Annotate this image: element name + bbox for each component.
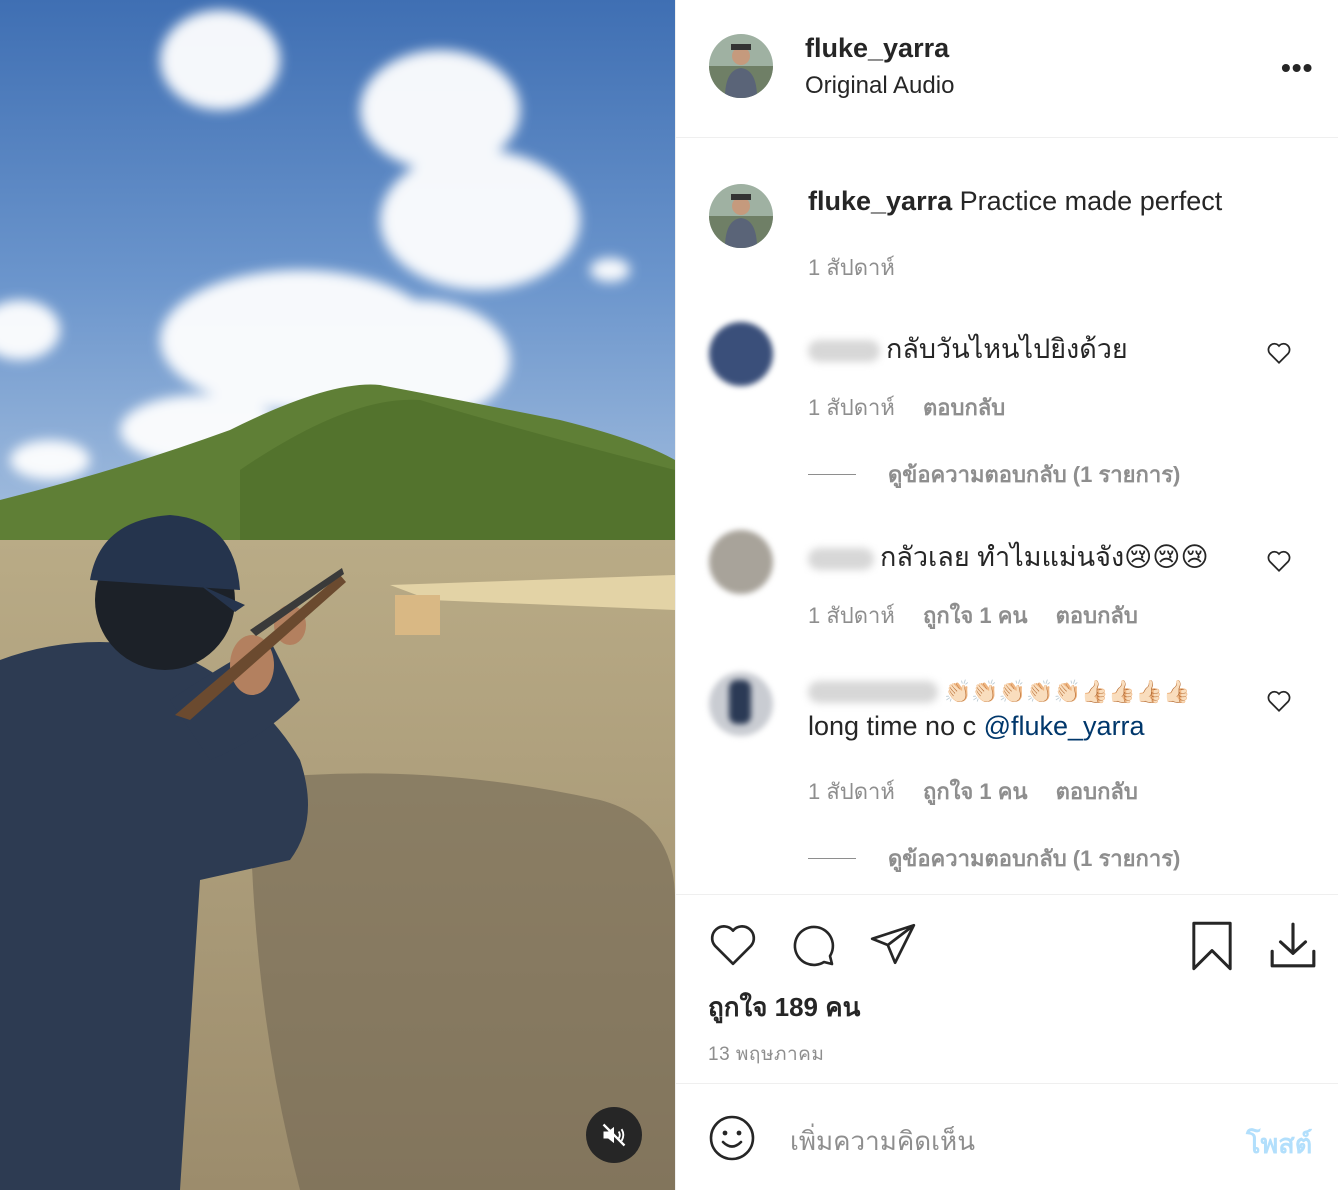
heart-icon[interactable] [1266, 341, 1292, 365]
view-replies-button[interactable]: ดูข้อความตอบกลับ (1 รายการ) [808, 457, 1180, 492]
video-frame [0, 0, 675, 1190]
view-replies-button[interactable]: ดูข้อความตอบกลับ (1 รายการ) [808, 841, 1180, 876]
mute-toggle-button[interactable] [586, 1107, 642, 1163]
reply-button[interactable]: ตอบกลับ [923, 395, 1005, 420]
heart-icon[interactable] [1266, 689, 1292, 713]
commenter-username[interactable] [808, 680, 938, 703]
comment-bubble-icon[interactable] [788, 921, 838, 969]
caption-username[interactable]: fluke_yarra [808, 186, 952, 216]
commenter-avatar[interactable] [709, 530, 773, 594]
commenter-username[interactable] [808, 339, 880, 362]
heart-icon[interactable] [1266, 549, 1292, 573]
comment-text-line2: long time no c @fluke_yarra [808, 711, 1145, 741]
commenter-avatar[interactable] [709, 672, 773, 736]
comment-meta: 1 สัปดาห์ ถูกใจ 1 คน ตอบกลับ [808, 598, 1160, 633]
post-caption: fluke_yarra Practice made perfect [808, 186, 1222, 217]
divider-line [808, 474, 856, 475]
caption-text: Practice made perfect [959, 186, 1223, 216]
commenter-avatar[interactable] [709, 322, 773, 386]
avatar-image [709, 184, 773, 248]
paper-plane-icon[interactable] [868, 921, 918, 967]
comment-time[interactable]: 1 สัปดาห์ [808, 395, 895, 420]
audio-label[interactable]: Original Audio [805, 72, 954, 100]
comment-text: กลัวเลย ทำไมแม่นจัง😢😢😢 [808, 535, 1209, 578]
post-date[interactable]: 13 พฤษภาคม [708, 1039, 824, 1069]
caption-time[interactable]: 1 สัปดาห์ [808, 255, 895, 280]
comment-input[interactable] [788, 1120, 1222, 1162]
post-video[interactable] [0, 0, 675, 1190]
comment-likes[interactable]: ถูกใจ 1 คน [923, 779, 1028, 804]
caption-meta: 1 สัปดาห์ [808, 250, 917, 285]
divider-line [808, 858, 856, 859]
comment-meta: 1 สัปดาห์ ถูกใจ 1 คน ตอบกลับ [808, 774, 1160, 809]
speaker-muted-icon [602, 1123, 626, 1147]
comment-text: 👏🏻👏🏻👏🏻👏🏻👏🏻👍🏻👍🏻👍🏻👍🏻 [808, 675, 1191, 706]
comment-meta: 1 สัปดาห์ ตอบกลับ [808, 390, 1027, 425]
author-avatar[interactable] [709, 34, 773, 98]
post-side-panel: fluke_yarra Original Audio ••• fluke_yar… [675, 0, 1338, 1190]
comment-time[interactable]: 1 สัปดาห์ [808, 603, 895, 628]
comment-time[interactable]: 1 สัปดาห์ [808, 779, 895, 804]
comment-likes[interactable]: ถูกใจ 1 คน [923, 603, 1028, 628]
heart-icon[interactable] [708, 921, 758, 967]
comment-text: กลับวันไหนไปยิงด้วย [808, 327, 1128, 370]
more-options-button[interactable]: ••• [1281, 52, 1313, 84]
likes-count[interactable]: ถูกใจ 189 คน [708, 987, 860, 1028]
smiley-icon[interactable] [708, 1114, 756, 1162]
reply-button[interactable]: ตอบกลับ [1056, 603, 1138, 628]
post-actions: ถูกใจ 189 คน 13 พฤษภาคม [676, 894, 1338, 1085]
bookmark-icon[interactable] [1188, 921, 1236, 971]
post-header: fluke_yarra Original Audio ••• [676, 0, 1338, 138]
avatar-image [709, 34, 773, 98]
mention-link[interactable]: @fluke_yarra [984, 711, 1145, 741]
author-username[interactable]: fluke_yarra [805, 33, 949, 64]
download-icon[interactable] [1268, 919, 1318, 971]
reply-button[interactable]: ตอบกลับ [1056, 779, 1138, 804]
post-comment-button[interactable]: โพสต์ [1246, 1122, 1312, 1165]
commenter-username[interactable] [808, 547, 874, 570]
comment-form: โพสต์ [676, 1083, 1338, 1191]
caption-avatar[interactable] [709, 184, 773, 248]
